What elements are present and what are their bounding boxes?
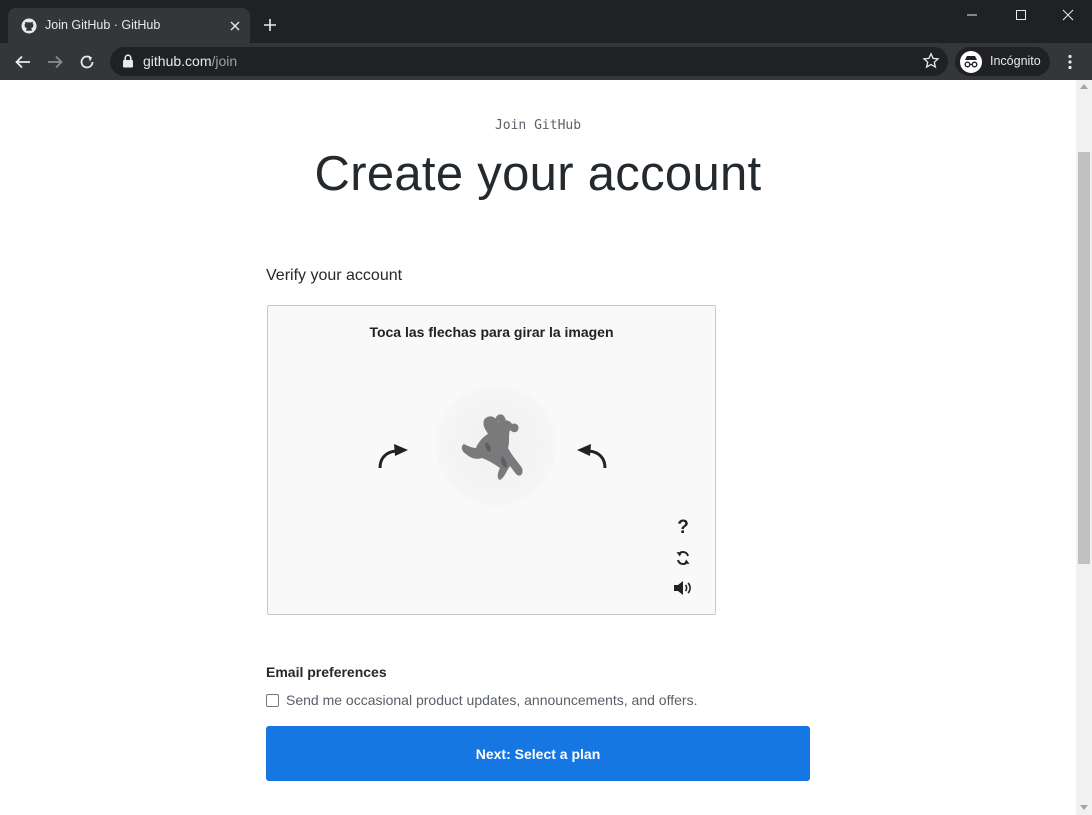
- browser-tab[interactable]: Join GitHub · GitHub: [8, 8, 250, 43]
- scroll-down-arrow-icon[interactable]: [1080, 805, 1088, 810]
- lock-icon: [122, 54, 134, 68]
- forward-arrow-icon[interactable]: [44, 51, 66, 73]
- browser-title-bar: Join GitHub · GitHub: [0, 0, 1092, 43]
- page-title: Create your account: [314, 147, 762, 201]
- bookmark-star-icon[interactable]: [922, 52, 940, 70]
- maximize-icon[interactable]: [1011, 5, 1031, 25]
- reload-icon[interactable]: [76, 51, 98, 73]
- back-arrow-icon[interactable]: [12, 51, 34, 73]
- help-glyph: ?: [677, 517, 689, 538]
- email-updates-label[interactable]: Send me occasional product updates, anno…: [286, 692, 697, 708]
- email-preferences-heading: Email preferences: [266, 664, 387, 680]
- url-host: github.com: [143, 53, 212, 69]
- incognito-icon: [960, 51, 982, 73]
- page-eyebrow: Join GitHub: [494, 118, 582, 133]
- close-window-icon[interactable]: [1058, 5, 1078, 25]
- url-text: github.com/join: [143, 53, 237, 69]
- rotate-left-arrow-icon[interactable]: [374, 434, 414, 474]
- close-tab-icon[interactable]: [226, 17, 244, 35]
- rotate-right-arrow-icon[interactable]: [571, 434, 611, 474]
- scroll-up-arrow-icon[interactable]: [1080, 84, 1088, 89]
- scrollbar-thumb[interactable]: [1078, 152, 1090, 564]
- address-bar[interactable]: github.com/join: [110, 47, 948, 76]
- more-menu-icon[interactable]: [1060, 51, 1080, 73]
- captcha-panel: Toca las flechas para girar la imagen ?: [267, 305, 716, 615]
- incognito-label: Incógnito: [990, 54, 1041, 68]
- help-icon[interactable]: ?: [672, 517, 694, 539]
- page-viewport: Join GitHub Create your account Verify y…: [0, 80, 1076, 815]
- new-tab-icon[interactable]: [260, 15, 280, 35]
- incognito-profile-button[interactable]: Incógnito: [955, 47, 1050, 76]
- refresh-captcha-icon[interactable]: [672, 547, 694, 569]
- github-logo-icon: [21, 18, 37, 34]
- audio-challenge-icon[interactable]: [672, 577, 694, 599]
- captcha-instruction: Toca las flechas para girar la imagen: [369, 324, 614, 340]
- url-path: /join: [211, 53, 238, 69]
- email-updates-checkbox[interactable]: [266, 694, 279, 707]
- verify-section-label: Verify your account: [266, 267, 403, 284]
- minimize-icon[interactable]: [962, 5, 982, 25]
- page-scrollbar[interactable]: [1076, 80, 1092, 815]
- animal-figure-icon: [461, 414, 523, 480]
- browser-toolbar: github.com/join Incógnito: [0, 43, 1092, 80]
- next-select-plan-button[interactable]: Next: Select a plan: [266, 726, 810, 781]
- captcha-rotating-image: [436, 386, 556, 506]
- tab-title: Join GitHub · GitHub: [45, 18, 161, 32]
